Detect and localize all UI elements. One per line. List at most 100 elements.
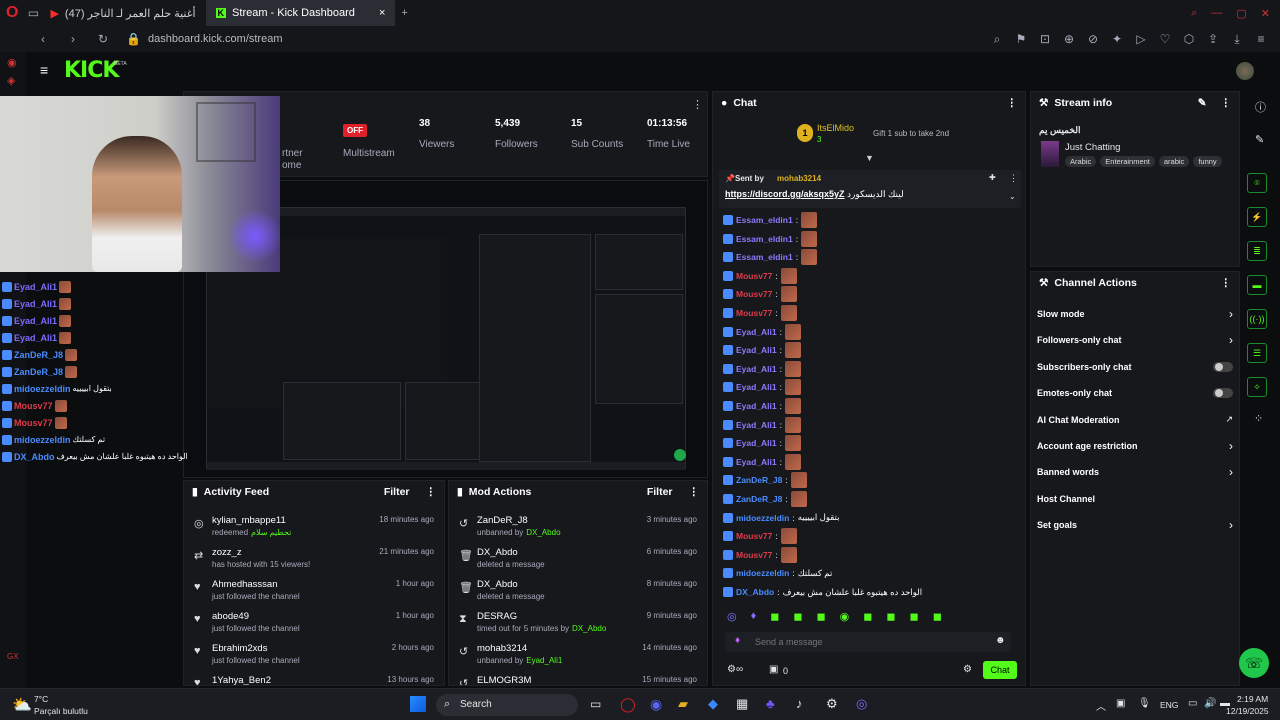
emoji-picker-icon[interactable]: ☻	[995, 635, 1006, 646]
mod-action-item[interactable]: ⧗ DESRAG timed out for 5 minutes by DX_Abdo…	[449, 609, 707, 641]
pinned-expand-icon[interactable]: ⌄	[1009, 192, 1016, 201]
clock-date[interactable]: 12/19/2025	[1226, 706, 1269, 716]
mod-action-by[interactable]: DX_Abdo	[572, 624, 606, 633]
vpn-icon[interactable]: ⊕	[1062, 32, 1076, 47]
chat-message[interactable]: Mousv77:	[723, 528, 797, 545]
copilot-taskbar-icon[interactable]: ◆	[708, 696, 718, 712]
explorer-taskbar-icon[interactable]: ▰	[678, 696, 688, 712]
avatar[interactable]	[1236, 62, 1254, 80]
chat-username[interactable]: Eyad_Ali1	[736, 457, 777, 467]
support-chat-button[interactable]: ☏	[1239, 648, 1269, 678]
chat-username[interactable]: Essam_eldin1	[736, 252, 793, 262]
mod-menu-icon[interactable]: ⋮	[689, 486, 700, 498]
rail-icon-broadcast[interactable]: ((·))	[1247, 309, 1267, 329]
chat-message[interactable]: Eyad_Ali1:	[723, 360, 802, 377]
start-button-icon[interactable]	[410, 696, 426, 712]
category-name[interactable]: Just Chatting	[1065, 142, 1120, 153]
activity-username[interactable]: kylian_mbappe11	[212, 515, 286, 526]
emote-7-icon[interactable]: ◼	[863, 610, 872, 628]
opera-logo-icon[interactable]: O	[6, 4, 18, 22]
chat-settings-icon[interactable]: ⚙	[963, 664, 972, 675]
new-tab-icon[interactable]: +	[401, 7, 407, 19]
tray-mic-icon[interactable]: 🎙	[1138, 698, 1151, 709]
music-taskbar-icon[interactable]: ♪	[796, 696, 803, 711]
mod-action-username[interactable]: DX_Abdo	[477, 579, 518, 590]
tray-chevron-icon[interactable]: ︿	[1096, 698, 1106, 713]
mod-action-username[interactable]: DX_Abdo	[477, 547, 518, 558]
chat-username[interactable]: midoezzeldin	[736, 513, 789, 523]
emote-5-icon[interactable]: ◼	[817, 610, 826, 628]
mod-action-item[interactable]: ↺ mohab3214 unbanned by Eyad_Ali1 14 minutes…	[449, 641, 707, 673]
pin-icon[interactable]: ✦	[1110, 32, 1124, 47]
chat-message[interactable]: Eyad_Ali1:	[723, 323, 802, 340]
rail-icon-1[interactable]: ⌾	[1247, 173, 1267, 193]
chat-send-button[interactable]: Chat	[983, 661, 1017, 679]
kick-logo[interactable]: KICK	[64, 58, 119, 83]
channel-action-item[interactable]: Account age restriction ›	[1037, 438, 1233, 454]
app-taskbar-icon[interactable]: ◎	[856, 696, 867, 712]
activity-feed-item[interactable]: ♥ Ebrahim2xds just followed the channel 2 h…	[184, 641, 444, 673]
edit-stream-icon[interactable]: ✎	[1198, 97, 1207, 109]
activity-username[interactable]: zozz_z	[212, 547, 242, 558]
chat-username[interactable]: midoezzeldin	[736, 568, 789, 578]
mod-action-item[interactable]: ↺ ZanDeR_J8 unbanned by DX_Abdo 3 minutes ag…	[449, 513, 707, 545]
channel-actions-menu-icon[interactable]: ⋮	[1221, 277, 1232, 289]
emote-2-icon[interactable]: ♦	[751, 610, 757, 628]
chat-username[interactable]: Mousv77	[736, 271, 772, 281]
volume-icon[interactable]: 🔊	[1204, 698, 1216, 709]
chat-message[interactable]: ZanDeR_J8:	[723, 491, 807, 507]
chat-message[interactable]: Eyad_Ali1:	[723, 398, 802, 414]
rail-icon-more[interactable]: ⁘	[1254, 412, 1263, 425]
pinned-message[interactable]: 📌 Sent by mohab3214 https://discord.gg/a…	[719, 170, 1021, 208]
chat-username[interactable]: Mousv77	[736, 531, 772, 541]
bookmark-icon[interactable]: ⚑	[1014, 32, 1028, 47]
channel-action-item[interactable]: Slow mode ›	[1037, 306, 1233, 322]
share-icon[interactable]: ⇪	[1206, 32, 1220, 47]
chat-username[interactable]: Mousv77	[736, 550, 772, 560]
mod-action-item[interactable]: 🗑 DX_Abdo deleted a message 6 minutes ago	[449, 545, 707, 577]
mod-action-username[interactable]: ZanDeR_J8	[477, 515, 528, 526]
emote-6-icon[interactable]: ◉	[840, 610, 850, 628]
channel-action-item[interactable]: Banned words ›	[1037, 464, 1233, 480]
minimize-icon[interactable]: —	[1211, 7, 1222, 20]
mod-action-username[interactable]: mohab3214	[477, 643, 527, 654]
mod-action-item[interactable]: ↺ ELMOGR3M 15 minutes ago	[449, 673, 707, 685]
activity-menu-icon[interactable]: ⋮	[426, 486, 437, 498]
rail-icon-tools[interactable]: ✧	[1247, 377, 1267, 397]
clock-time[interactable]: 2:19 AM	[1237, 694, 1268, 704]
mod-filter-button[interactable]: Filter	[647, 486, 673, 498]
chat-message[interactable]: Eyad_Ali1:	[723, 435, 802, 452]
chat-message[interactable]: Essam_eldin1:	[723, 230, 818, 247]
chat-message[interactable]: Essam_eldin1:	[723, 249, 818, 266]
chat-username[interactable]: Eyad_Ali1	[736, 420, 777, 430]
emote-9-icon[interactable]: ◼	[910, 610, 919, 628]
multistream-off-badge[interactable]: OFF	[343, 124, 367, 137]
edit-layout-icon[interactable]: ✎	[1255, 133, 1264, 146]
chat-username[interactable]: Eyad_Ali1	[736, 345, 777, 355]
chat-username[interactable]: Eyad_Ali1	[736, 364, 777, 374]
chat-username[interactable]: Eyad_Ali1	[736, 327, 777, 337]
mod-action-by[interactable]: Eyad_Ali1	[526, 656, 562, 665]
mod-action-item[interactable]: 🗑 DX_Abdo deleted a message 8 minutes ago	[449, 577, 707, 609]
stream-info-menu-icon[interactable]: ⋮	[1221, 97, 1232, 109]
unpin-icon[interactable]: ✚	[989, 173, 996, 182]
language-indicator[interactable]: ENG	[1160, 700, 1178, 710]
activity-feed-item[interactable]: ⇄ zozz_z has hosted with 15 viewers! 21 min…	[184, 545, 444, 577]
chat-username[interactable]: Mousv77	[736, 308, 772, 318]
chat-username[interactable]: Eyad_Ali1	[736, 382, 777, 392]
top-gifter-name[interactable]: ItsElMido	[817, 123, 854, 133]
chat-username[interactable]: ZanDeR_J8	[736, 475, 782, 485]
ai-icon[interactable]: ◉	[7, 56, 17, 69]
mod-tools-icon[interactable]: ⚙∞	[727, 664, 743, 675]
toggle-switch[interactable]	[1213, 388, 1233, 399]
channel-action-item[interactable]: Set goals ›	[1037, 517, 1233, 533]
activity-username[interactable]: Ahmedhasssan	[212, 579, 277, 590]
heart-icon[interactable]: ♡	[1158, 32, 1172, 47]
gx-icon[interactable]: GX	[7, 652, 19, 661]
mod-action-username[interactable]: ELMOGR3M	[477, 675, 531, 685]
chat-message[interactable]: Mousv77:	[723, 267, 797, 284]
channel-action-item[interactable]: Subscribers-only chat	[1037, 359, 1233, 375]
activity-username[interactable]: Ebrahim2xds	[212, 643, 267, 654]
steam-taskbar-icon[interactable]: ⚙	[826, 696, 838, 712]
activity-feed-item[interactable]: ♥ abode49 just followed the channel 1 hour …	[184, 609, 444, 641]
